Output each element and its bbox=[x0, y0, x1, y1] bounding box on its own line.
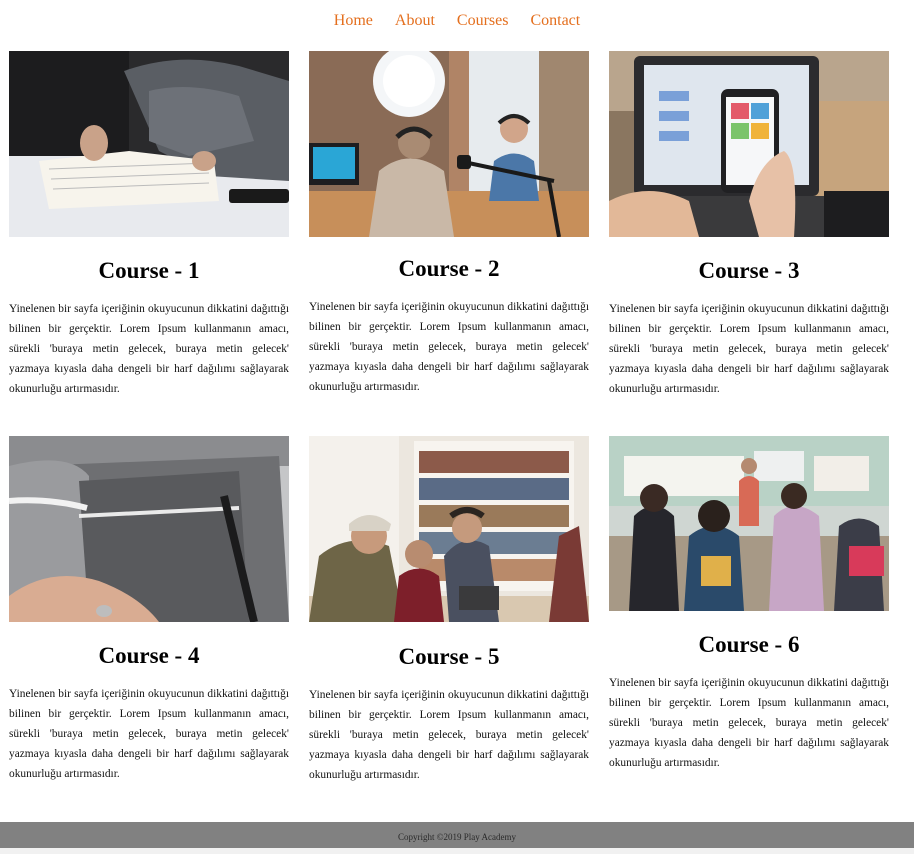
course-card-1: Course - 1 Yinelenen bir sayfa içeriğini… bbox=[9, 51, 289, 399]
nav-link-home[interactable]: Home bbox=[334, 12, 373, 30]
course-image-3 bbox=[609, 51, 889, 237]
nav-link-about[interactable]: About bbox=[395, 12, 435, 30]
footer: Copyright ©2019 Play Academy bbox=[0, 822, 914, 848]
course-image-5 bbox=[309, 436, 589, 622]
course-title-3: Course - 3 bbox=[698, 258, 800, 283]
course-title-1: Course - 1 bbox=[98, 258, 200, 283]
nav-link-contact[interactable]: Contact bbox=[530, 12, 580, 30]
course-image-1 bbox=[9, 51, 289, 237]
course-title-6: Course - 6 bbox=[698, 632, 800, 657]
course-title-4: Course - 4 bbox=[98, 643, 200, 668]
page-bottom-strip bbox=[0, 848, 914, 854]
course-image-6 bbox=[609, 436, 889, 611]
course-card-3: Course - 3 Yinelenen bir sayfa içeriğini… bbox=[609, 51, 889, 399]
course-card-4: Course - 4 Yinelenen bir sayfa içeriğini… bbox=[9, 436, 289, 784]
course-description-3: Yinelenen bir sayfa içeriğinin okuyucunu… bbox=[609, 303, 889, 395]
course-image-2 bbox=[309, 51, 589, 237]
course-title-2: Course - 2 bbox=[398, 256, 500, 281]
course-description-5: Yinelenen bir sayfa içeriğinin okuyucunu… bbox=[309, 689, 589, 781]
course-card-5: Course - 5 Yinelenen bir sayfa içeriğini… bbox=[309, 436, 589, 785]
main-nav: Home About Courses Contact bbox=[0, 12, 914, 30]
course-description-4: Yinelenen bir sayfa içeriğinin okuyucunu… bbox=[9, 688, 289, 780]
course-card-2: Course - 2 Yinelenen bir sayfa içeriğini… bbox=[309, 51, 589, 397]
copyright-text: Copyright ©2019 Play Academy bbox=[397, 832, 517, 842]
nav-link-courses[interactable]: Courses bbox=[457, 12, 509, 30]
course-image-4 bbox=[9, 436, 289, 622]
course-card-6: Course - 6 Yinelenen bir sayfa içeriğini… bbox=[609, 436, 889, 773]
course-title-5: Course - 5 bbox=[398, 644, 500, 669]
course-description-2: Yinelenen bir sayfa içeriğinin okuyucunu… bbox=[309, 301, 589, 393]
course-description-6: Yinelenen bir sayfa içeriğinin okuyucunu… bbox=[609, 677, 889, 769]
course-description-1: Yinelenen bir sayfa içeriğinin okuyucunu… bbox=[9, 303, 289, 395]
